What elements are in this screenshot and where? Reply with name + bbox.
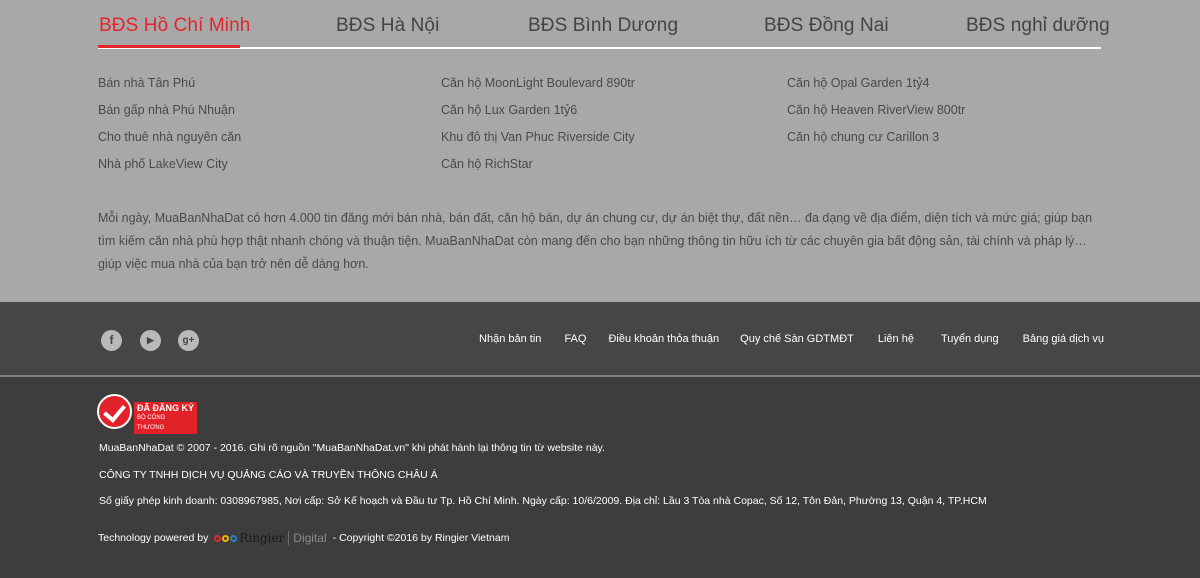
list-item[interactable]: Căn hộ Heaven RiverView 800tr xyxy=(787,103,965,130)
digital-wordmark: Digital xyxy=(288,531,327,545)
tab-nghi-duong[interactable]: BĐS nghỉ dưỡng xyxy=(966,15,1110,37)
footer-nav-bar: f ▶ g+ Nhận bản tin FAQ Điều khoản thỏa … xyxy=(0,302,1200,377)
list-item[interactable]: Nhà phố LakeView City xyxy=(98,157,241,184)
active-tab-indicator xyxy=(98,45,240,48)
footer-legal: ĐÃ ĐĂNG KÝ BỘ CÔNG THƯƠNG MuaBanNhaDat ©… xyxy=(0,379,1200,578)
site-description: Mỗi ngày, MuaBanNhaDat có hơn 4.000 tin … xyxy=(98,211,1093,271)
list-item[interactable]: Căn hộ Opal Garden 1tỷ4 xyxy=(787,76,965,103)
powered-by: Technology powered by Ringier Digital - … xyxy=(98,531,509,545)
link-column-1: Bán nhà Tân Phú Bán gấp nhà Phú Nhuận Ch… xyxy=(98,76,241,184)
badge-line-2: BỘ CÔNG THƯƠNG xyxy=(137,415,166,431)
tab-ho-chi-minh[interactable]: BĐS Hồ Chí Minh xyxy=(99,15,250,37)
list-item[interactable]: Cho thuê nhà nguyên căn xyxy=(98,130,241,157)
facebook-icon[interactable]: f xyxy=(101,330,122,351)
ringier-wordmark: Ringier xyxy=(239,531,285,545)
footer-link-careers[interactable]: Tuyển dụng xyxy=(941,333,999,345)
list-item[interactable]: Căn hộ Lux Garden 1tỷ6 xyxy=(441,103,635,130)
footer-link-pricing[interactable]: Bảng giá dịch vụ xyxy=(1023,333,1104,345)
ringier-dots-icon xyxy=(214,534,238,542)
tab-dong-nai[interactable]: BĐS Đồng Nai xyxy=(764,15,889,37)
ringier-logo[interactable]: Ringier Digital xyxy=(214,531,327,545)
registered-badge[interactable]: ĐÃ ĐĂNG KÝ BỘ CÔNG THƯƠNG xyxy=(97,394,197,434)
region-tabs-section: BĐS Hồ Chí Minh BĐS Hà Nội BĐS Bình Dươn… xyxy=(0,0,1200,302)
ringier-copyright: - Copyright ©2016 by Ringier Vietnam xyxy=(332,532,510,544)
list-item[interactable]: Căn hộ chung cư Carillon 3 xyxy=(787,130,965,157)
footer-nav: Nhận bản tin FAQ Điều khoản thỏa thuận Q… xyxy=(479,333,1104,345)
link-column-3: Căn hộ Opal Garden 1tỷ4 Căn hộ Heaven Ri… xyxy=(787,76,965,157)
list-item[interactable]: Khu đô thị Van Phuc Riverside City xyxy=(441,130,635,157)
footer-link-terms[interactable]: Điều khoản thỏa thuận xyxy=(608,333,719,345)
badge-line-1: ĐÃ ĐĂNG KÝ xyxy=(137,403,195,413)
list-item[interactable]: Căn hộ RichStar xyxy=(441,157,635,184)
copyright-text: MuaBanNhaDat © 2007 - 2016. Ghi rõ nguồn… xyxy=(99,442,605,454)
link-column-2: Căn hộ MoonLight Boulevard 890tr Căn hộ … xyxy=(441,76,635,184)
footer-link-newsletter[interactable]: Nhận bản tin xyxy=(479,333,541,345)
youtube-icon[interactable]: ▶ xyxy=(140,330,161,351)
footer-link-regulations[interactable]: Quy chế Sàn GDTMĐT xyxy=(740,333,854,345)
tab-binh-duong[interactable]: BĐS Bình Dương xyxy=(528,15,678,37)
company-name: CÔNG TY TNHH DỊCH VỤ QUẢNG CÁO VÀ TRUYỀN… xyxy=(99,469,438,481)
list-item[interactable]: Căn hộ MoonLight Boulevard 890tr xyxy=(441,76,635,103)
list-item[interactable]: Bán nhà Tân Phú xyxy=(98,76,241,103)
list-item[interactable]: Bán gấp nhà Phú Nhuận xyxy=(98,103,241,130)
tab-ha-noi[interactable]: BĐS Hà Nội xyxy=(336,15,439,37)
badge-label: ĐÃ ĐĂNG KÝ BỘ CÔNG THƯƠNG xyxy=(134,402,197,434)
google-plus-icon[interactable]: g+ xyxy=(178,330,199,351)
footer-link-contact[interactable]: Liên hệ xyxy=(878,333,914,345)
region-tabs: BĐS Hồ Chí Minh BĐS Hà Nội BĐS Bình Dươn… xyxy=(98,0,1110,49)
footer-link-faq[interactable]: FAQ xyxy=(564,333,586,345)
checkmark-icon xyxy=(97,394,132,429)
business-license: Số giấy phép kinh doanh: 0308967985, Nơi… xyxy=(99,495,987,507)
powered-by-label: Technology powered by xyxy=(98,532,209,544)
